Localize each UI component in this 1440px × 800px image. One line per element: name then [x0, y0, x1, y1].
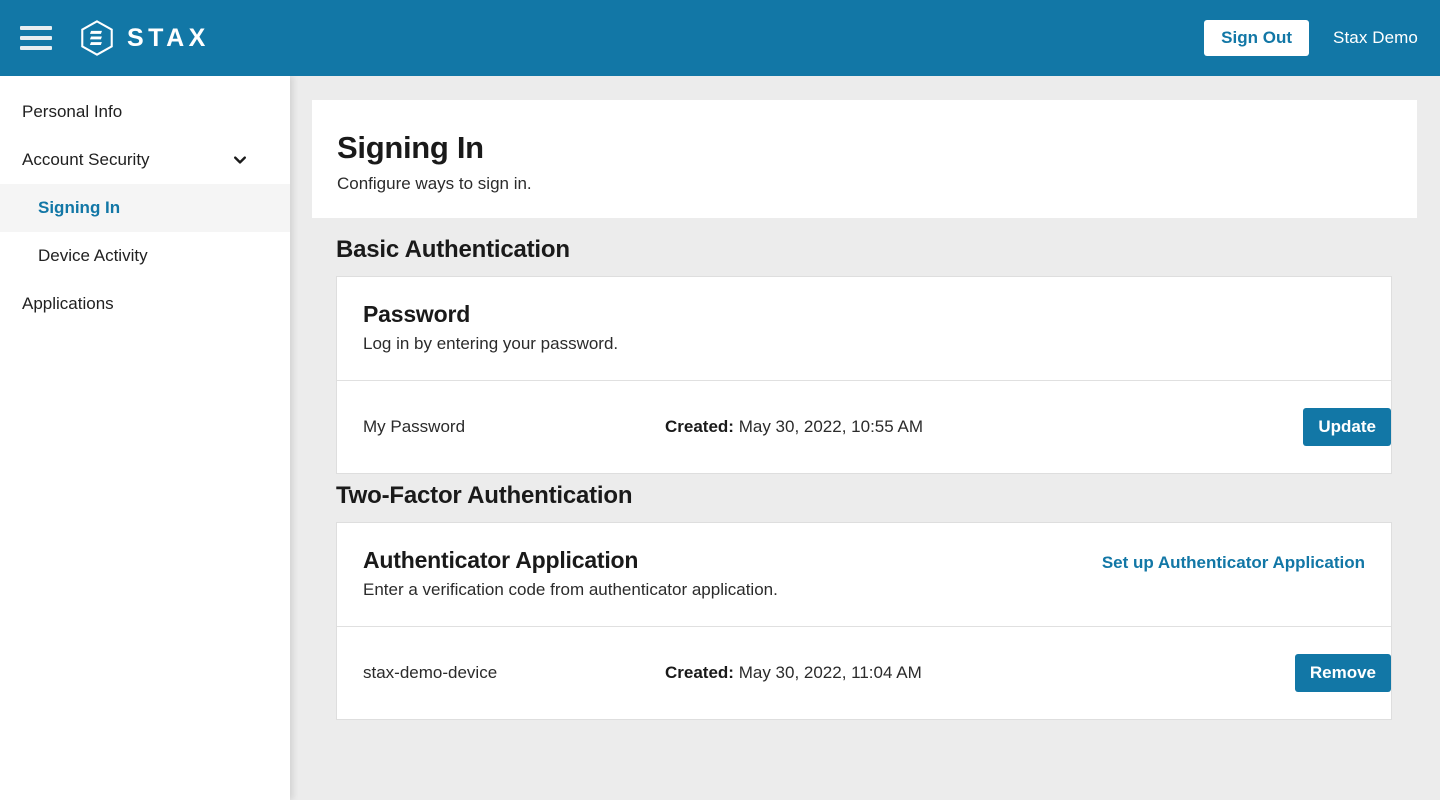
created-label: Created:	[665, 417, 734, 436]
section-two-factor-authentication: Two-Factor Authentication Authenticator …	[336, 482, 1392, 720]
sign-out-button[interactable]: Sign Out	[1204, 20, 1309, 56]
hamburger-menu-icon[interactable]	[20, 26, 52, 50]
sidebar-item-label: Device Activity	[38, 246, 148, 265]
set-up-authenticator-link[interactable]: Set up Authenticator Application	[1102, 553, 1365, 573]
sidebar-item-applications[interactable]: Applications	[0, 280, 290, 328]
sidebar-item-device-activity[interactable]: Device Activity	[0, 232, 290, 280]
credential-created: Created: May 30, 2022, 10:55 AM	[665, 417, 923, 437]
stax-hexagon-logo-icon	[81, 20, 113, 56]
password-row: My Password Created: May 30, 2022, 10:55…	[337, 381, 1391, 473]
created-label: Created:	[665, 663, 734, 682]
authenticator-device-row: stax-demo-device Created: May 30, 2022, …	[337, 627, 1391, 719]
header-right-group: Sign Out Stax Demo	[1204, 20, 1418, 56]
sidebar-item-personal-info[interactable]: Personal Info	[0, 88, 290, 136]
page-title: Signing In	[337, 130, 484, 165]
card-description: Log in by entering your password.	[363, 334, 619, 353]
hamburger-bar-1	[20, 26, 52, 30]
main-content-area: Signing In Configure ways to sign in. Ba…	[290, 76, 1440, 800]
top-header-bar: STAX Sign Out Stax Demo	[0, 0, 1440, 76]
sidebar-item-account-security[interactable]: Account Security	[0, 136, 290, 184]
credential-name: stax-demo-device	[363, 663, 498, 682]
section-title: Basic Authentication	[336, 236, 570, 263]
hamburger-bar-2	[20, 36, 52, 40]
sidebar-item-label: Account Security	[22, 150, 150, 169]
created-value: May 30, 2022, 11:04 AM	[738, 663, 922, 682]
card-heading: Password	[363, 301, 471, 327]
user-name-label: Stax Demo	[1333, 28, 1418, 47]
page-header-panel: Signing In Configure ways to sign in.	[312, 100, 1417, 218]
remove-device-button[interactable]: Remove	[1294, 654, 1391, 692]
password-card: Password Log in by entering your passwor…	[336, 276, 1392, 474]
brand-wordmark: STAX	[127, 23, 210, 52]
brand-logo[interactable]: STAX	[78, 19, 210, 57]
page-subtitle: Configure ways to sign in.	[337, 174, 532, 193]
credential-name: My Password	[363, 417, 466, 436]
sidebar-navigation: Personal Info Account Security Signing I…	[0, 76, 290, 800]
sidebar-item-signing-in[interactable]: Signing In	[0, 184, 290, 232]
update-password-button[interactable]: Update	[1303, 408, 1391, 446]
credential-created: Created: May 30, 2022, 11:04 AM	[665, 663, 922, 683]
authenticator-card-header: Authenticator Application Enter a verifi…	[337, 523, 1391, 627]
card-description: Enter a verification code from authentic…	[363, 580, 778, 599]
password-card-header: Password Log in by entering your passwor…	[337, 277, 1391, 381]
sidebar-item-label: Signing In	[38, 198, 121, 217]
created-value: May 30, 2022, 10:55 AM	[738, 417, 923, 436]
section-title: Two-Factor Authentication	[336, 482, 633, 509]
section-basic-authentication: Basic Authentication Password Log in by …	[336, 236, 1392, 474]
chevron-down-icon	[234, 156, 246, 164]
hamburger-bar-3	[20, 46, 52, 50]
authenticator-card: Authenticator Application Enter a verifi…	[336, 522, 1392, 720]
sidebar-item-label: Applications	[22, 294, 114, 313]
sidebar-item-label: Personal Info	[22, 102, 123, 121]
